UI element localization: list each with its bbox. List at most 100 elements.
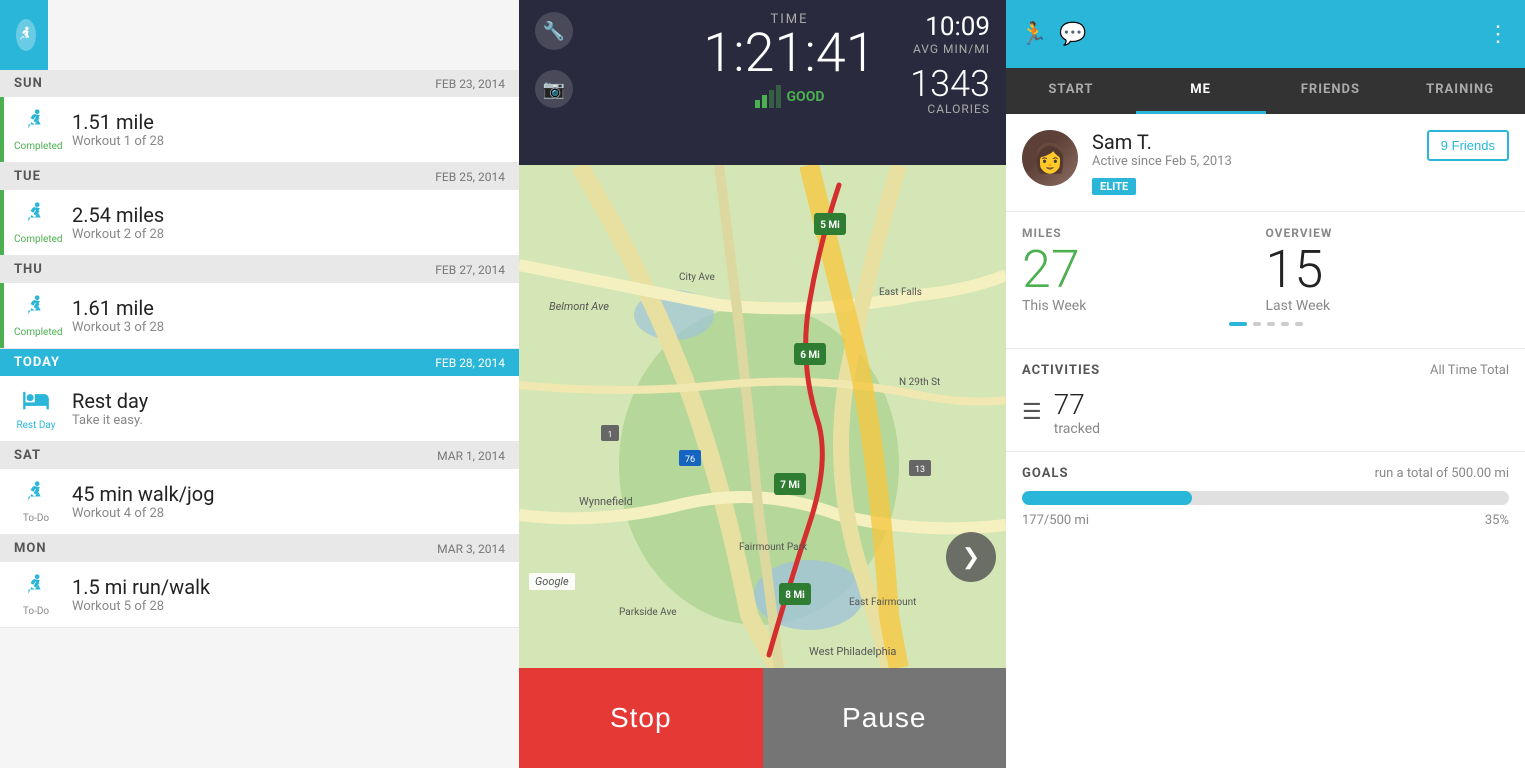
status-badge: To-Do: [14, 513, 58, 524]
workout-title: 1.5 mi run/walk: [72, 575, 505, 599]
day-date: FEB 25, 2014: [435, 170, 505, 184]
workout-row[interactable]: To-Do 1.5 mi run/walk Workout 5 of 28: [0, 562, 519, 628]
workout-icon: Rest Day: [14, 386, 58, 431]
activities-section: ACTIVITIES All Time Total ☰ 77 tracked: [1006, 349, 1525, 452]
status-bar: [0, 469, 4, 534]
workout-row[interactable]: Rest Day Rest day Take it easy.: [0, 376, 519, 442]
activities-row: ☰ 77 tracked: [1022, 388, 1509, 437]
user-since: Active since Feb 5, 2013: [1092, 154, 1413, 169]
last-week-label: Last Week: [1266, 298, 1510, 314]
status-bar: [0, 97, 4, 162]
activities-title: ACTIVITIES: [1022, 363, 1100, 378]
goals-section: GOALS run a total of 500.00 mi 177/500 m…: [1006, 452, 1525, 542]
svg-text:Wynnefield: Wynnefield: [579, 495, 633, 508]
status-badge: Completed: [14, 141, 58, 152]
status-badge: Completed: [14, 234, 58, 245]
svg-text:East Fairmount: East Fairmount: [849, 597, 916, 608]
progress-info: 177/500 mi 35%: [1022, 513, 1509, 528]
pause-button[interactable]: Pause: [763, 668, 1007, 768]
action-buttons: Stop Pause: [519, 668, 1006, 768]
signal-text: GOOD: [787, 89, 825, 105]
day-label: MON: [14, 541, 47, 556]
goals-header: GOALS run a total of 500.00 mi: [1022, 466, 1509, 481]
miles-stat: MILES 27 This Week: [1022, 226, 1266, 314]
tab-start[interactable]: START: [1006, 68, 1136, 114]
elite-badge: ELITE: [1092, 178, 1136, 195]
avatar: 👩: [1022, 130, 1078, 186]
camera-icon[interactable]: 📷: [535, 70, 573, 108]
day-header-sat: SAT MAR 1, 2014: [0, 442, 519, 469]
friends-button[interactable]: 9 Friends: [1427, 130, 1509, 161]
svg-text:76: 76: [685, 455, 695, 465]
workout-subtitle: Workout 5 of 28: [72, 599, 505, 614]
right-header: 🏃 💬 ⋮: [1006, 0, 1525, 68]
workout-icon: Completed: [14, 107, 58, 152]
overview-stat: OVERVIEW 15 Last Week: [1266, 226, 1510, 314]
activity-count-block: 77 tracked: [1054, 388, 1100, 437]
progress-current: 177/500 mi: [1022, 513, 1089, 528]
run-icon: 🏃: [1020, 22, 1047, 47]
workout-stats: 🔧 📷 TIME 1:21:41 GOOD 10:09 AVG MIN/MI 1…: [519, 0, 1006, 165]
signal-bar-2: [762, 95, 767, 108]
dot-3: [1267, 322, 1275, 326]
workout-subtitle: Workout 2 of 28: [72, 227, 505, 242]
workout-info: Rest day Take it easy.: [72, 389, 505, 428]
svg-text:8 Mi: 8 Mi: [785, 590, 805, 601]
schedule-list: SUN FEB 23, 2014 Completed 1.51 mile Wor…: [0, 70, 519, 768]
wrench-icon[interactable]: 🔧: [535, 12, 573, 50]
svg-text:Belmont Ave: Belmont Ave: [549, 300, 609, 313]
map-view[interactable]: 5 Mi 6 Mi 7 Mi 8 Mi Belmont Ave City Ave…: [519, 165, 1006, 668]
more-options-icon[interactable]: ⋮: [1487, 22, 1511, 47]
workout-title: Rest day: [72, 389, 505, 413]
workout-row[interactable]: To-Do 45 min walk/jog Workout 4 of 28: [0, 469, 519, 535]
left-panel: Schedule Preview SUN FEB 23, 2014 Comple…: [0, 0, 519, 768]
workout-row[interactable]: Completed 1.61 mile Workout 3 of 28: [0, 283, 519, 349]
stats-row: MILES 27 This Week OVERVIEW 15 Last Week: [1022, 226, 1509, 314]
dot-5: [1295, 322, 1303, 326]
stats-section: MILES 27 This Week OVERVIEW 15 Last Week: [1006, 212, 1525, 349]
day-date: MAR 3, 2014: [437, 542, 505, 556]
next-button[interactable]: ❯: [946, 532, 996, 582]
miles-label: MILES: [1022, 226, 1266, 240]
activities-header: ACTIVITIES All Time Total: [1022, 363, 1509, 378]
status-bar: [0, 283, 4, 348]
day-header-tue: TUE FEB 25, 2014: [0, 163, 519, 190]
workout-row[interactable]: Completed 1.51 mile Workout 1 of 28: [0, 97, 519, 163]
svg-text:5 Mi: 5 Mi: [820, 220, 840, 231]
workout-subtitle: Workout 1 of 28: [72, 134, 505, 149]
runner-icon: [16, 19, 36, 51]
middle-panel: 🔧 📷 TIME 1:21:41 GOOD 10:09 AVG MIN/MI 1…: [519, 0, 1006, 768]
left-header: Schedule Preview: [0, 0, 519, 70]
tab-friends[interactable]: FRIENDS: [1266, 68, 1396, 114]
workout-title: 45 min walk/jog: [72, 482, 505, 506]
workout-title: 2.54 miles: [72, 203, 505, 227]
day-header-sun: SUN FEB 23, 2014: [0, 70, 519, 97]
tab-training[interactable]: TRAINING: [1395, 68, 1525, 114]
stop-button[interactable]: Stop: [519, 668, 763, 768]
right-content: 👩 Sam T. Active since Feb 5, 2013 ELITE …: [1006, 114, 1525, 768]
activity-count: 77: [1054, 388, 1100, 421]
workout-subtitle: Workout 4 of 28: [72, 506, 505, 521]
workout-icon: Completed: [14, 200, 58, 245]
tab-me[interactable]: ME: [1136, 68, 1266, 114]
svg-text:Parkside Ave: Parkside Ave: [619, 607, 677, 618]
workout-title: 1.51 mile: [72, 110, 505, 134]
status-bar: [0, 376, 4, 441]
list-icon: ☰: [1022, 400, 1042, 425]
user-info: Sam T. Active since Feb 5, 2013 ELITE: [1092, 130, 1413, 195]
all-time-label: All Time Total: [1430, 363, 1509, 378]
day-label: TODAY: [14, 355, 60, 370]
workout-row[interactable]: Completed 2.54 miles Workout 2 of 28: [0, 190, 519, 256]
calories-value: 1343: [910, 66, 990, 102]
workout-subtitle: Take it easy.: [72, 413, 505, 428]
right-panel: 🏃 💬 ⋮ STARTMEFRIENDSTRAINING 👩 Sam T. Ac…: [1006, 0, 1525, 768]
overview-label: OVERVIEW: [1266, 226, 1510, 240]
day-header-thu: THU FEB 27, 2014: [0, 256, 519, 283]
svg-text:Fairmount Park: Fairmount Park: [739, 542, 808, 553]
progress-bar-bg: [1022, 491, 1509, 505]
nav-tabs: STARTMEFRIENDSTRAINING: [1006, 68, 1525, 114]
workout-info: 45 min walk/jog Workout 4 of 28: [72, 482, 505, 521]
svg-text:7 Mi: 7 Mi: [780, 480, 800, 491]
svg-text:City Ave: City Ave: [679, 272, 715, 283]
day-label: SAT: [14, 448, 41, 463]
